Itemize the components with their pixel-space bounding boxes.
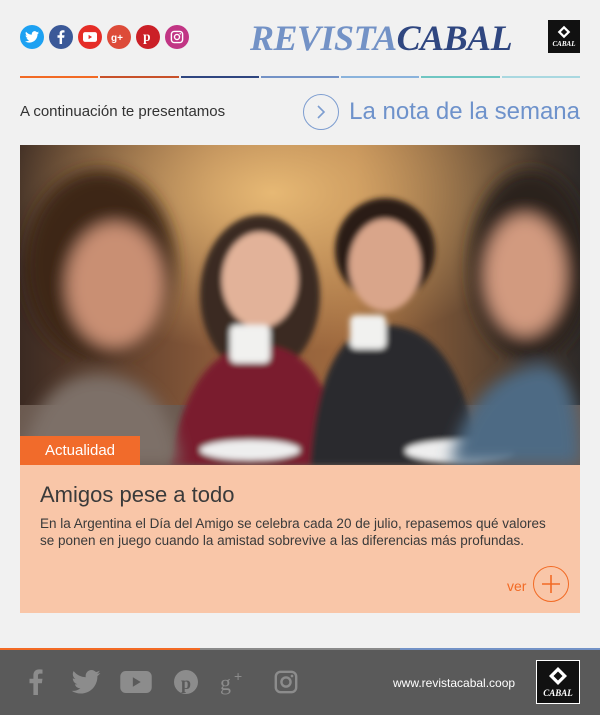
- article-body: En la Argentina el Día del Amigo se cele…: [40, 516, 546, 548]
- plus-icon[interactable]: [533, 566, 569, 602]
- facebook-icon[interactable]: [49, 25, 73, 49]
- cabal-logo[interactable]: CABAL: [548, 20, 580, 53]
- header-color-rule: [20, 76, 580, 78]
- svg-text:g+: g+: [111, 33, 123, 43]
- instagram-icon[interactable]: [165, 25, 189, 49]
- facebook-icon[interactable]: [20, 666, 52, 698]
- footer-color-rule: [0, 648, 600, 650]
- article-title[interactable]: Amigos pese a todo: [40, 482, 234, 508]
- twitter-icon[interactable]: [70, 666, 102, 698]
- intro-row: A continuación te presentamos La nota de…: [20, 94, 580, 130]
- instagram-icon[interactable]: [270, 666, 302, 698]
- svg-text:+: +: [234, 669, 242, 684]
- cabal-logo-text: CABAL: [543, 688, 573, 698]
- cabal-logo-footer[interactable]: CABAL: [536, 660, 580, 704]
- ver-link[interactable]: ver: [507, 578, 526, 594]
- svg-text:g: g: [220, 670, 231, 695]
- cabal-diamond-icon: [557, 25, 571, 39]
- google-plus-icon[interactable]: g+: [220, 666, 252, 698]
- brand-title[interactable]: REVISTACABAL: [250, 18, 513, 58]
- brand-part-cabal: CABAL: [396, 18, 513, 58]
- cabal-diamond-icon: [549, 667, 567, 685]
- twitter-icon[interactable]: [20, 25, 44, 49]
- footer: p g + www.revistacabal.coop CABAL: [0, 648, 600, 715]
- svg-text:p: p: [143, 30, 150, 44]
- svg-text:p: p: [181, 673, 191, 693]
- pinterest-icon[interactable]: p: [136, 25, 160, 49]
- youtube-icon[interactable]: [78, 25, 102, 49]
- chevron-right-icon[interactable]: [303, 94, 339, 130]
- intro-text: A continuación te presentamos: [20, 103, 226, 120]
- website-link[interactable]: www.revistacabal.coop: [393, 676, 515, 690]
- cabal-logo-text: CABAL: [552, 40, 576, 48]
- social-links: g+ p: [20, 25, 189, 49]
- category-tag[interactable]: Actualidad: [20, 436, 140, 465]
- header: g+ p REVISTACABAL CABAL: [0, 0, 600, 78]
- brand-part-revista: REVISTA: [250, 18, 397, 58]
- pinterest-icon[interactable]: p: [170, 666, 202, 698]
- youtube-icon[interactable]: [120, 666, 152, 698]
- article-card: Amigos pese a todo En la Argentina el Dí…: [20, 465, 580, 613]
- google-plus-icon[interactable]: g+: [107, 25, 131, 49]
- footer-social-links: p g +: [20, 666, 302, 698]
- nota-de-la-semana-title[interactable]: La nota de la semana: [349, 98, 580, 126]
- article-photo[interactable]: [20, 145, 580, 465]
